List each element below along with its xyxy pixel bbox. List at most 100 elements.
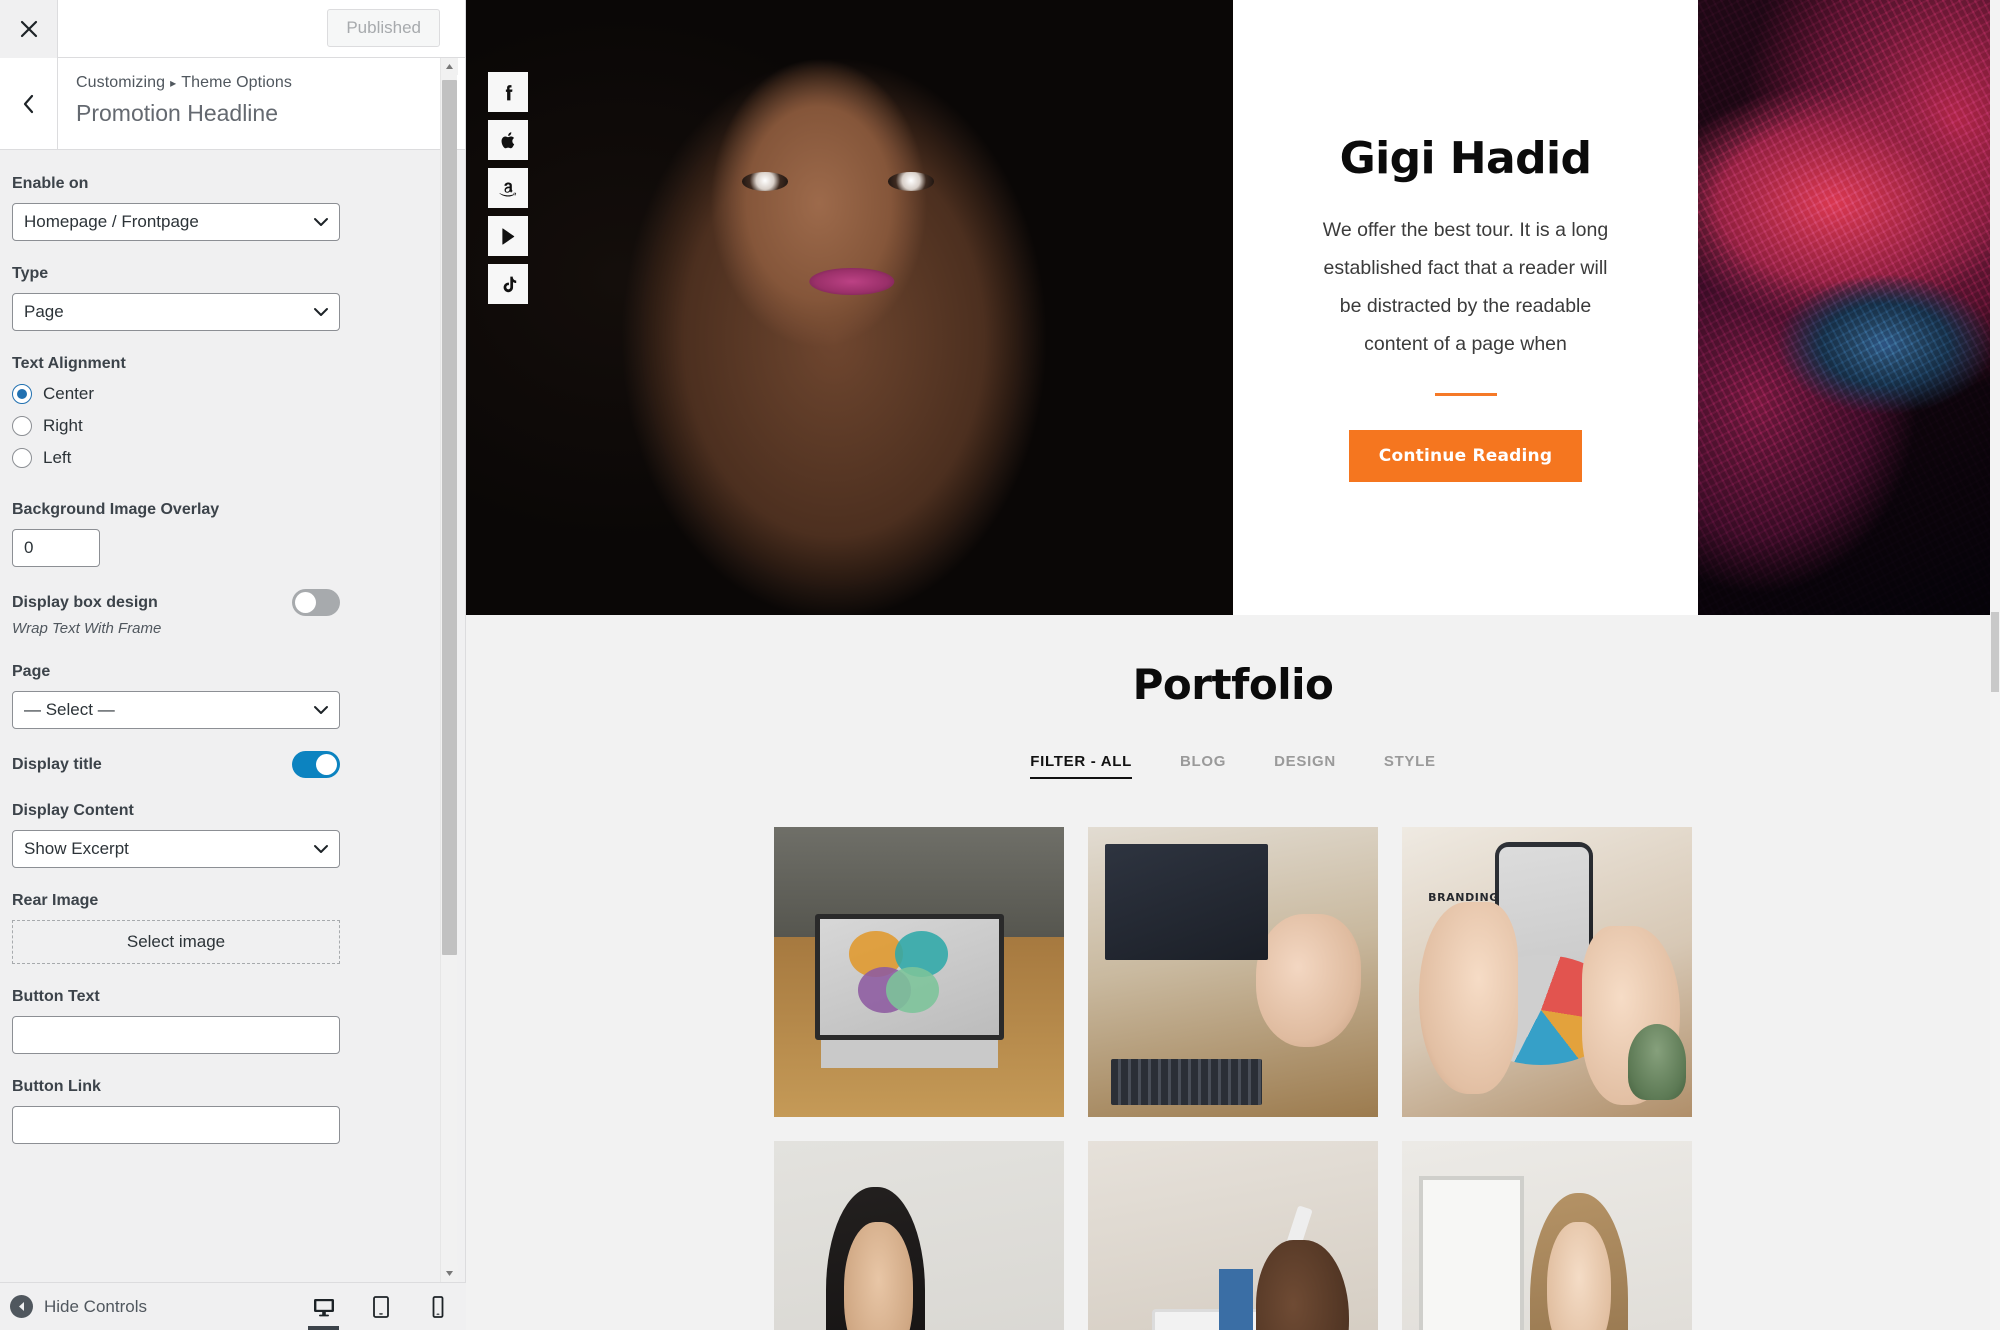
- enable-on-select[interactable]: Homepage / Frontpage: [12, 203, 340, 241]
- hero-excerpt: We offer the best tour. It is a long est…: [1322, 219, 1609, 355]
- hide-controls-label: Hide Controls: [44, 1296, 147, 1316]
- portfolio-filter-design[interactable]: DESIGN: [1274, 753, 1336, 779]
- radio-center-label: Center: [43, 384, 95, 403]
- radio-indicator: [12, 384, 32, 404]
- display-title-toggle[interactable]: [292, 751, 340, 778]
- portfolio-item[interactable]: [1088, 1141, 1378, 1330]
- display-box-design-label: Display box design: [12, 593, 158, 611]
- control-enable-on: Enable on Homepage / Frontpage: [12, 173, 436, 241]
- facebook-icon[interactable]: [488, 72, 528, 112]
- portfolio-item[interactable]: [1088, 827, 1378, 1117]
- page-select[interactable]: — Select —: [12, 691, 340, 729]
- radio-center[interactable]: Center: [12, 383, 436, 405]
- display-box-design-toggle[interactable]: [292, 589, 340, 616]
- scroll-down-arrow-icon[interactable]: [441, 1265, 458, 1282]
- amazon-icon[interactable]: [488, 168, 528, 208]
- button-text-label: Button Text: [12, 988, 100, 1005]
- customizer-sidebar: Published Customizing ▸ Theme Options Prom…: [0, 0, 466, 1330]
- control-rear-image: Rear Image Select image: [12, 890, 436, 964]
- portfolio-filter-style[interactable]: STYLE: [1384, 753, 1436, 779]
- breadcrumb-root: Customizing: [76, 74, 166, 91]
- control-text-alignment: Text Alignment Center Right Left: [12, 353, 436, 469]
- page-value: — Select —: [24, 700, 115, 719]
- portfolio-thumbnail-image: [774, 1141, 1064, 1330]
- tiktok-icon[interactable]: [488, 264, 528, 304]
- radio-left[interactable]: Left: [12, 447, 436, 469]
- customizer-header: Published: [0, 0, 465, 58]
- preview-scrollbar[interactable]: [1990, 0, 2000, 1330]
- portfolio-item[interactable]: [1402, 1141, 1692, 1330]
- text-alignment-label: Text Alignment: [12, 355, 126, 372]
- select-image-button[interactable]: Select image: [12, 920, 340, 964]
- button-text-input[interactable]: [12, 1016, 340, 1054]
- portrait-detail: [809, 267, 894, 296]
- type-select[interactable]: Page: [12, 293, 340, 331]
- customizer-scrollbar[interactable]: [440, 58, 458, 1282]
- control-page: Page — Select —: [12, 661, 436, 729]
- snake-photo: [1698, 0, 2000, 615]
- button-link-input[interactable]: [12, 1106, 340, 1144]
- display-content-select[interactable]: Show Excerpt: [12, 830, 340, 868]
- close-icon[interactable]: [0, 0, 58, 58]
- chevron-down-icon: [314, 845, 328, 853]
- control-type: Type Page: [12, 263, 436, 331]
- page-title: Promotion Headline: [76, 100, 279, 126]
- portfolio-thumbnail-image: [1402, 1141, 1692, 1330]
- breadcrumb: Customizing ▸ Theme Options: [76, 72, 292, 94]
- customizer-screen: Gigi Hadid We offer the best tour. It is…: [0, 0, 2000, 1330]
- hero-section: Gigi Hadid We offer the best tour. It is…: [466, 0, 2000, 615]
- customizer-scrollbar-thumb[interactable]: [442, 80, 457, 955]
- publish-button[interactable]: Published: [327, 9, 440, 47]
- control-button-link: Button Link: [12, 1076, 436, 1144]
- enable-on-value: Homepage / Frontpage: [24, 212, 199, 231]
- customizer-section-header: Customizing ▸ Theme Options Promotion Head…: [0, 58, 465, 150]
- portfolio-item[interactable]: [774, 827, 1064, 1117]
- preview-scrollbar-thumb[interactable]: [1991, 612, 1999, 692]
- display-content-label: Display Content: [12, 802, 134, 819]
- portfolio-thumbnail-image: [1088, 1141, 1378, 1330]
- enable-on-label: Enable on: [12, 175, 89, 192]
- device-preview-switcher: [295, 1283, 466, 1330]
- chevron-down-icon: [314, 308, 328, 316]
- portfolio-item[interactable]: BRANDING: [1402, 827, 1692, 1117]
- back-chevron-icon[interactable]: [0, 58, 58, 149]
- hero-right-image: [1698, 0, 2000, 615]
- radio-left-label: Left: [43, 448, 72, 467]
- device-tablet-button[interactable]: [352, 1283, 409, 1330]
- type-value: Page: [24, 302, 64, 321]
- scroll-up-arrow-icon[interactable]: [441, 58, 458, 75]
- device-desktop-button[interactable]: [295, 1283, 352, 1330]
- background-image-overlay-label: Background Image Overlay: [12, 501, 220, 518]
- background-image-overlay-input[interactable]: 0: [12, 529, 100, 567]
- radio-indicator: [12, 416, 32, 436]
- portfolio-item[interactable]: [774, 1141, 1064, 1330]
- continue-reading-button[interactable]: Continue Reading: [1348, 430, 1583, 482]
- hero-divider: [1434, 393, 1497, 396]
- breadcrumb-parent: Theme Options: [181, 74, 292, 91]
- chevron-down-icon: [314, 218, 328, 226]
- type-label: Type: [12, 265, 49, 282]
- control-display-box-design: Display box design Wrap Text With Frame: [12, 589, 436, 639]
- portrait-photo: [466, 0, 1233, 615]
- portfolio-grid: BRANDING: [466, 827, 2000, 1330]
- portfolio-filter-blog[interactable]: BLOG: [1180, 753, 1226, 779]
- apple-icon[interactable]: [488, 120, 528, 160]
- radio-indicator: [12, 448, 32, 468]
- control-background-image-overlay: Background Image Overlay 0: [12, 499, 436, 567]
- rear-image-label: Rear Image: [12, 892, 99, 909]
- mobile-icon: [432, 1296, 443, 1318]
- portfolio-title: Portfolio: [1132, 660, 1334, 709]
- portfolio-thumbnail-image: [774, 827, 1064, 1117]
- radio-right[interactable]: Right: [12, 415, 436, 437]
- control-display-title: Display title: [12, 751, 436, 778]
- control-button-text: Button Text: [12, 986, 436, 1054]
- hide-controls-button[interactable]: Hide Controls: [0, 1295, 147, 1318]
- device-mobile-button[interactable]: [409, 1283, 466, 1330]
- display-box-design-description: Wrap Text With Frame: [12, 620, 162, 637]
- button-link-label: Button Link: [12, 1078, 101, 1095]
- portfolio-filter-all[interactable]: FILTER - ALL: [1030, 753, 1132, 779]
- portfolio-section: Portfolio FILTER - ALL BLOG DESIGN STYLE: [466, 615, 2000, 1330]
- google-play-icon[interactable]: [488, 216, 528, 256]
- site-preview: Gigi Hadid We offer the best tour. It is…: [466, 0, 2000, 1330]
- customizer-controls: Enable on Homepage / Frontpage Type Page…: [0, 151, 466, 1282]
